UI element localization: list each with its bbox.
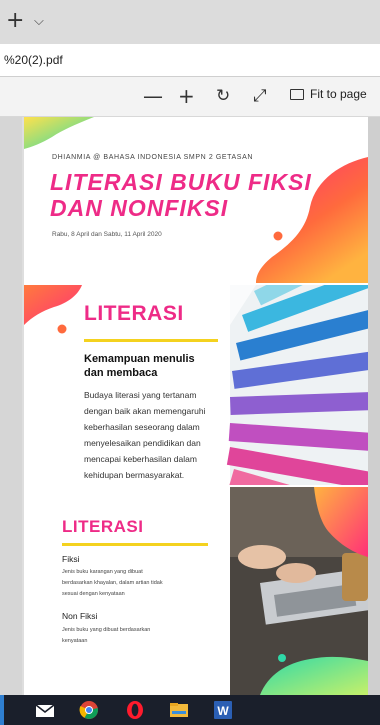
- new-tab-button[interactable]: +: [6, 10, 24, 32]
- fiksi-line: sesuai dengan kenyataan: [62, 591, 125, 597]
- slide-literasi-definition: LITERASI Kemampuan menulis dan membaca B…: [24, 285, 368, 485]
- fiksi-heading: Fiksi: [62, 554, 80, 564]
- pdf-page: DHIANMIA @ BAHASA INDONESIA SMPN 2 GETAS…: [24, 117, 368, 695]
- fiksi-line: Jenis buku karangan yang dibuat: [62, 569, 143, 575]
- chrome-icon[interactable]: [78, 699, 100, 721]
- file-explorer-icon[interactable]: [168, 699, 190, 721]
- author-line: DHIANMIA @ BAHASA INDONESIA SMPN 2 GETAS…: [52, 154, 253, 161]
- title-line-1: LITERASI BUKU FIKSI: [50, 169, 312, 195]
- pdf-viewer[interactable]: DHIANMIA @ BAHASA INDONESIA SMPN 2 GETAS…: [0, 117, 380, 695]
- presentation-title: LITERASI BUKU FIKSI DAN NONFIKSI: [50, 169, 312, 221]
- subtitle-line-2: dan membaca: [84, 367, 158, 379]
- body-line: dengan baik akan memengaruhi: [84, 406, 206, 416]
- pdf-toolbar: — + ↻ ⤢ Fit to page: [0, 77, 380, 117]
- fiksi-line: berdasarkan khayalan, dalam artian tidak: [62, 580, 163, 586]
- slide2-body: Budaya literasi yang tertanam dengan bai…: [84, 387, 234, 483]
- slide-fiksi-nonfiksi: LITERASI Fiksi Jenis buku karangan yang …: [24, 487, 368, 695]
- taskbar-edge: [0, 695, 4, 725]
- fullscreen-button[interactable]: ⤢: [253, 85, 267, 107]
- subtitle-line-1: Kemampuan menulis: [84, 353, 195, 365]
- zoom-out-button[interactable]: —: [143, 85, 163, 107]
- scrollbar-track[interactable]: [368, 117, 380, 695]
- nonfiksi-line: kenyataan: [62, 638, 88, 644]
- nonfiksi-line: Jenis buku yang dibuat berdasarkan: [62, 627, 151, 633]
- fit-page-icon: [290, 88, 304, 100]
- zoom-in-button[interactable]: +: [178, 85, 195, 107]
- slide2-subtitle: Kemampuan menulis dan membaca: [84, 352, 234, 380]
- body-line: menyelesaikan pendidikan dan: [84, 438, 201, 448]
- tab-list-chevron-icon[interactable]: ⌵: [34, 14, 44, 29]
- body-line: kehidupan bermasyarakat.: [84, 470, 185, 480]
- color-swatch-fan-image: [226, 285, 368, 485]
- body-line: mencapai keberhasilan dalam: [84, 454, 197, 464]
- opera-icon[interactable]: [124, 699, 146, 721]
- mail-icon[interactable]: [34, 699, 56, 721]
- fit-to-page-button[interactable]: Fit to page: [290, 87, 367, 101]
- date-line: Rabu, 8 April dan Sabtu, 11 April 2020: [52, 231, 162, 238]
- nonfiksi-heading: Non Fiksi: [62, 611, 98, 621]
- address-bar[interactable]: %20(2).pdf: [0, 44, 380, 77]
- word-icon[interactable]: W: [212, 699, 234, 721]
- windows-taskbar: W: [0, 695, 380, 725]
- nonfiksi-description: Jenis buku yang dibuat berdasarkan kenya…: [62, 625, 222, 647]
- heading-underline: [62, 543, 208, 546]
- fit-to-page-label: Fit to page: [310, 87, 367, 101]
- word-letter: W: [217, 704, 229, 718]
- body-line: Budaya literasi yang tertanam: [84, 390, 197, 400]
- slide2-heading: LITERASI: [84, 302, 184, 325]
- slide3-heading: LITERASI: [62, 517, 144, 536]
- address-text[interactable]: %20(2).pdf: [4, 53, 63, 67]
- rotate-button[interactable]: ↻: [216, 85, 230, 107]
- heading-underline: [84, 339, 218, 342]
- title-line-2: DAN NONFIKSI: [50, 195, 229, 221]
- fiksi-description: Jenis buku karangan yang dibuat berdasar…: [62, 567, 222, 600]
- left-margin: [0, 117, 22, 695]
- slide-title: DHIANMIA @ BAHASA INDONESIA SMPN 2 GETAS…: [24, 117, 368, 283]
- body-line: keberhasilan seseorang dalam: [84, 422, 200, 432]
- browser-tab-strip: + ⌵: [0, 0, 380, 44]
